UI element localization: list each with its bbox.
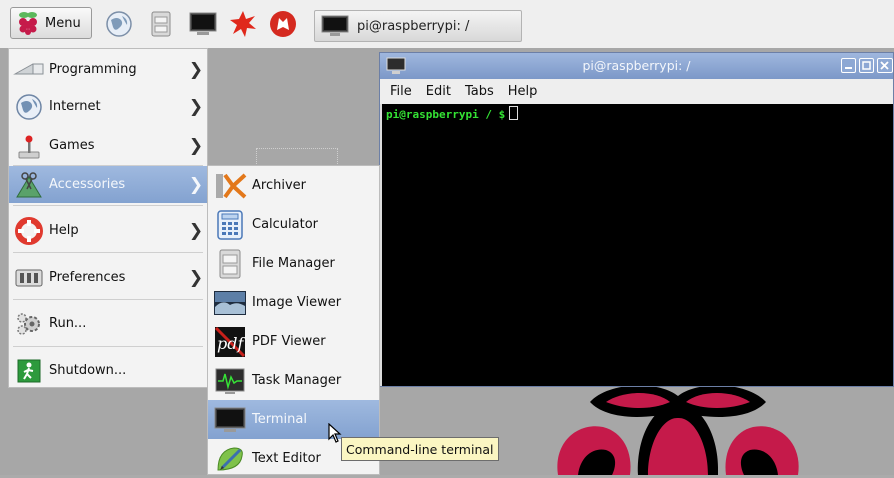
submenu-item-label: Task Manager [252,373,342,388]
file-manager-launcher[interactable] [146,10,176,38]
terminal-window-title: pi@raspberrypi: / [582,58,691,73]
text-editor-icon [217,446,243,471]
menu-item-label: Programming [49,62,137,77]
taskbar: Menu pi@raspberrypi: / [0,0,894,49]
file-manager-icon [151,11,171,37]
task-manager-icon [215,368,245,394]
globe-icon [16,93,42,120]
terminal-menu-help[interactable]: Help [508,84,538,99]
menu-item-label: Internet [49,99,101,114]
calculator-icon [217,209,243,240]
terminal-screen[interactable]: pi@raspberrypi / $ [382,104,893,386]
menu-item-programming[interactable]: Programming ❯ [9,51,207,88]
main-menu: Programming ❯ Internet ❯ Games ❯ Accesso… [8,48,208,388]
chevron-right-icon: ❯ [188,96,204,117]
chevron-right-icon: ❯ [188,267,204,288]
submenu-item-label: File Manager [252,256,335,271]
submenu-item-image-viewer[interactable]: Image Viewer [208,283,379,322]
chevron-right-icon: ❯ [188,174,204,195]
close-button[interactable] [877,58,893,73]
chevron-right-icon: ❯ [188,135,204,156]
submenu-item-label: PDF Viewer [252,334,326,349]
lifebuoy-icon [15,216,43,245]
mouse-pointer-icon [328,423,342,443]
accessories-submenu: Archiver Calculator File Manager Image V… [207,165,380,475]
mathematica-icon [230,11,256,37]
menu-item-label: Run... [49,316,87,331]
minimize-icon [845,67,852,69]
terminal-prompt-text: pi@raspberrypi / $ [386,108,506,121]
minimize-button[interactable] [841,58,856,73]
maximize-button[interactable] [859,58,874,73]
pdf-icon: pdf [214,326,246,357]
image-viewer-icon [214,290,246,315]
submenu-item-label: Calculator [252,217,319,232]
terminal-prompt: pi@raspberrypi / $ [386,106,519,121]
menu-separator [13,205,203,206]
joystick-icon [18,135,40,158]
menu-item-shutdown[interactable]: Shutdown... [9,352,207,389]
terminal-menu-file[interactable]: File [390,84,412,99]
accessories-icon [16,171,42,197]
web-browser-launcher[interactable] [104,10,134,38]
menu-item-label: Help [49,223,79,238]
terminal-window[interactable]: pi@raspberrypi: / File Edit Tabs Help pi… [379,52,894,387]
file-manager-icon [219,249,241,278]
terminal-title-bar[interactable]: pi@raspberrypi: / [380,53,893,79]
terminal-menubar: File Edit Tabs Help [380,79,893,104]
terminal-menu-tabs[interactable]: Tabs [465,84,494,99]
menu-item-label: Preferences [49,270,126,285]
menu-item-accessories[interactable]: Accessories ❯ [9,166,207,203]
programming-icon [13,63,44,74]
menu-item-label: Shutdown... [49,363,127,378]
terminal-icon [189,12,217,35]
archiver-icon [216,173,247,198]
chevron-right-icon: ❯ [188,59,204,80]
terminal-tooltip: Command-line terminal [341,437,499,461]
menu-button-label: Menu [45,15,81,31]
submenu-item-label: Terminal [252,412,307,427]
submenu-item-calculator[interactable]: Calculator [208,205,379,244]
submenu-item-archiver[interactable]: Archiver [208,166,379,205]
terminal-launcher[interactable] [188,10,218,38]
menu-item-games[interactable]: Games ❯ [9,127,207,164]
menu-separator [13,252,203,253]
menu-item-internet[interactable]: Internet ❯ [9,88,207,125]
submenu-item-pdf-viewer[interactable]: pdf PDF Viewer [208,322,379,361]
wolfram-icon [270,11,296,37]
terminal-icon [321,15,349,36]
maximize-icon [862,61,871,70]
web-browser-icon [106,11,132,37]
terminal-cursor [509,106,519,120]
menu-item-preferences[interactable]: Preferences ❯ [9,259,207,296]
raspberry-logo-wallpaper [557,385,799,475]
terminal-icon [214,407,246,432]
submenu-item-terminal[interactable]: Terminal [208,400,379,439]
menu-item-label: Games [49,138,95,153]
menu-item-help[interactable]: Help ❯ [9,212,207,249]
tooltip-text: Command-line terminal [346,441,494,457]
task-button-label: pi@raspberrypi: / [357,18,470,34]
svg-text:pdf: pdf [217,334,246,353]
submenu-item-label: Image Viewer [252,295,342,310]
chevron-right-icon: ❯ [188,220,204,241]
menu-item-label: Accessories [49,177,126,192]
exit-icon [17,359,41,382]
submenu-item-task-manager[interactable]: Task Manager [208,361,379,400]
mathematica-launcher[interactable] [228,10,258,38]
submenu-item-label: Archiver [252,178,306,193]
menu-item-run[interactable]: Run... [9,305,207,342]
menu-button[interactable]: Menu [10,7,92,39]
menu-separator [13,299,203,300]
preferences-icon [15,269,43,286]
menu-separator [13,346,203,347]
close-icon [880,61,889,70]
wolfram-launcher[interactable] [268,10,298,38]
submenu-item-file-manager[interactable]: File Manager [208,244,379,283]
submenu-item-label: Text Editor [252,451,321,466]
gears-icon [17,312,40,335]
terminal-menu-edit[interactable]: Edit [426,84,451,99]
raspberry-icon [19,12,37,35]
terminal-task-button[interactable]: pi@raspberrypi: / [314,10,522,42]
